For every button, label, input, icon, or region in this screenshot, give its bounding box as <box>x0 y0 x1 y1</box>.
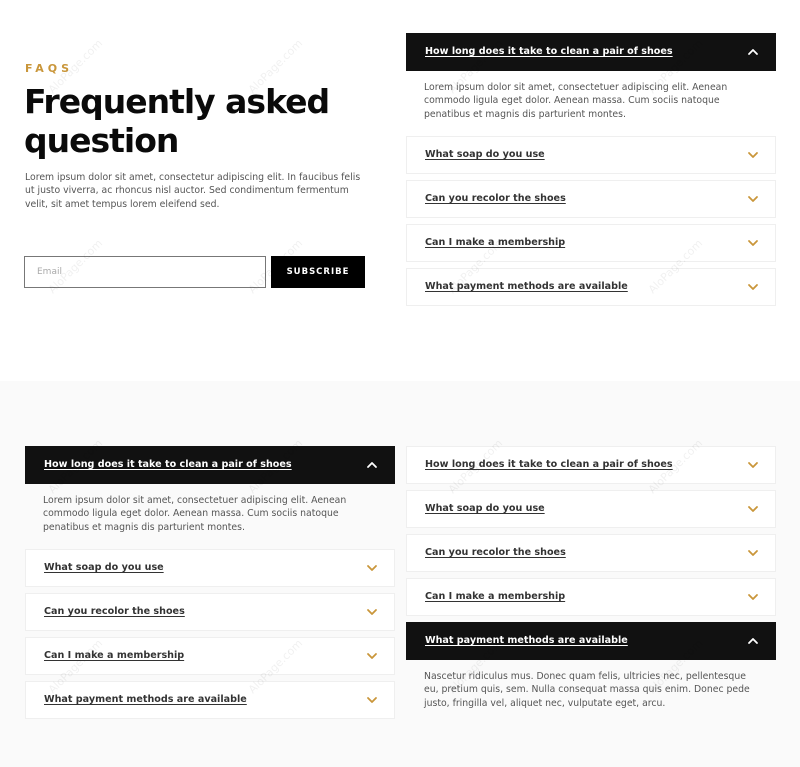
faq-answer: Lorem ipsum dolor sit amet, consectetuer… <box>424 82 728 120</box>
faq-item[interactable]: Can you recolor the shoes <box>406 179 776 218</box>
page-title: Frequently asked question <box>24 82 330 160</box>
faq-accordion-top-right: How long does it take to clean a pair of… <box>406 33 776 312</box>
faq-item[interactable]: How long does it take to clean a pair of… <box>406 33 776 71</box>
faq-question[interactable]: What payment methods are available <box>44 694 247 705</box>
faq-question[interactable]: How long does it take to clean a pair of… <box>425 46 673 57</box>
chevron-up-icon[interactable] <box>747 46 759 58</box>
chevron-down-icon[interactable] <box>747 459 759 471</box>
faq-question[interactable]: What soap do you use <box>425 503 545 514</box>
faq-item[interactable]: Can I make a membership <box>406 223 776 262</box>
email-input[interactable] <box>24 256 266 288</box>
faq-question[interactable]: Can you recolor the shoes <box>425 547 566 558</box>
faq-question[interactable]: Can I make a membership <box>44 650 184 661</box>
faq-item[interactable]: What payment methods are available <box>406 267 776 306</box>
section-eyebrow: FAQS <box>25 62 74 75</box>
faq-question[interactable]: What payment methods are available <box>425 635 628 646</box>
chevron-down-icon[interactable] <box>747 503 759 515</box>
faq-item[interactable]: What soap do you use <box>406 135 776 174</box>
faq-question[interactable]: How long does it take to clean a pair of… <box>425 459 673 470</box>
chevron-up-icon[interactable] <box>366 459 378 471</box>
chevron-down-icon[interactable] <box>747 547 759 559</box>
faq-accordion-bottom-left: How long does it take to clean a pair of… <box>25 446 395 725</box>
intro-text: Lorem ipsum dolor sit amet, consectetur … <box>25 172 361 210</box>
faq-answer: Lorem ipsum dolor sit amet, consectetuer… <box>43 495 347 533</box>
faq-item[interactable]: How long does it take to clean a pair of… <box>25 446 395 484</box>
subscribe-button[interactable]: SUBSCRIBE <box>271 256 365 288</box>
faq-question[interactable]: Can I make a membership <box>425 237 565 248</box>
chevron-down-icon[interactable] <box>747 149 759 161</box>
faq-question[interactable]: What soap do you use <box>425 149 545 160</box>
chevron-down-icon[interactable] <box>747 193 759 205</box>
faq-answer: Nascetur ridiculus mus. Donec quam felis… <box>424 671 750 709</box>
faq-question[interactable]: How long does it take to clean a pair of… <box>44 459 292 470</box>
chevron-down-icon[interactable] <box>366 650 378 662</box>
faq-item[interactable]: Can you recolor the shoes <box>406 534 776 572</box>
chevron-down-icon[interactable] <box>366 694 378 706</box>
faq-item[interactable]: What payment methods are available <box>25 680 395 719</box>
faq-question[interactable]: Can I make a membership <box>425 591 565 602</box>
chevron-down-icon[interactable] <box>747 591 759 603</box>
chevron-down-icon[interactable] <box>747 237 759 249</box>
faq-question[interactable]: What soap do you use <box>44 562 164 573</box>
faq-question[interactable]: Can you recolor the shoes <box>425 193 566 204</box>
chevron-down-icon[interactable] <box>747 281 759 293</box>
faq-accordion-bottom-right: How long does it take to clean a pair of… <box>406 446 776 725</box>
faq-item[interactable]: Can I make a membership <box>25 636 395 675</box>
chevron-down-icon[interactable] <box>366 606 378 618</box>
faq-question[interactable]: What payment methods are available <box>425 281 628 292</box>
faq-item[interactable]: What soap do you use <box>406 490 776 528</box>
faq-item[interactable]: Can I make a membership <box>406 578 776 616</box>
chevron-down-icon[interactable] <box>366 562 378 574</box>
faq-item[interactable]: Can you recolor the shoes <box>25 592 395 631</box>
faq-question[interactable]: Can you recolor the shoes <box>44 606 185 617</box>
faq-item[interactable]: How long does it take to clean a pair of… <box>406 446 776 484</box>
faq-item[interactable]: What payment methods are available <box>406 622 776 660</box>
faq-item[interactable]: What soap do you use <box>25 548 395 587</box>
chevron-up-icon[interactable] <box>747 635 759 647</box>
